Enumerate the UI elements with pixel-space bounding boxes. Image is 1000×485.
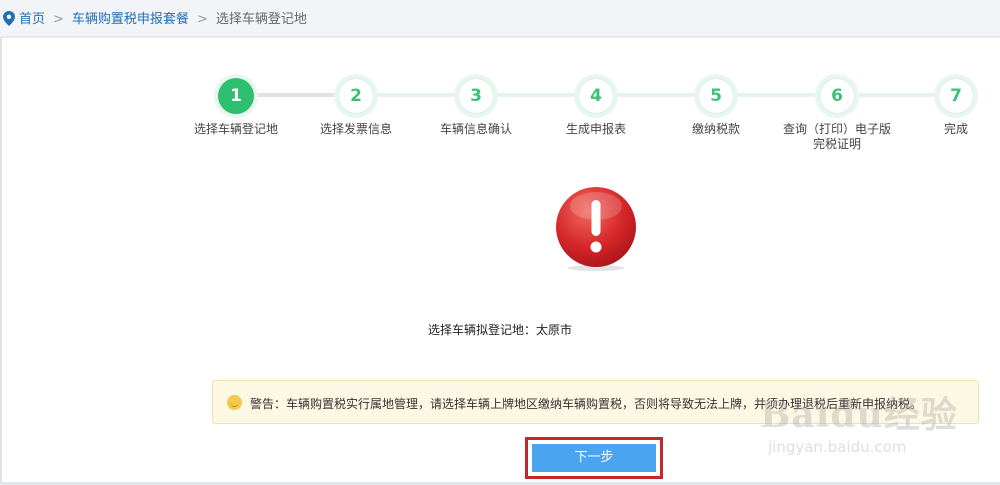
next-button-highlight: 下一步 [525,437,663,479]
stepper-connector [859,93,934,97]
step-number: 3 [458,78,494,114]
step-4-label: 生成申报表 [565,122,626,136]
stepper-connector [378,93,454,97]
breadcrumb-separator: > [196,12,208,27]
breadcrumb-package-link[interactable]: 车辆购置税申报套餐 [72,12,189,27]
step-6-label: 查询（打印）电子版 完税证明 [782,122,891,151]
step-5-label: 缴纳税款 [691,122,740,136]
step-1-label: 选择车辆登记地 [193,122,278,136]
smile-warning-icon [227,395,242,410]
stepper-connector [258,93,334,97]
step-number: 6 [819,78,855,114]
step-number: 2 [338,78,374,114]
warning-text: 警告：车辆购置税实行属地管理，请选择车辆上牌地区缴纳车辆购置税，否则将导致无法上… [250,397,923,411]
registration-region-text: 选择车辆拟登记地：太原市 [427,323,572,337]
next-step-button[interactable]: 下一步 [532,444,656,472]
step-2-label: 选择发票信息 [319,122,392,136]
warning-notice: 警告：车辆购置税实行属地管理，请选择车辆上牌地区缴纳车辆购置税，否则将导致无法上… [212,380,979,424]
stepper-connector [618,93,694,97]
breadcrumb-home-link[interactable]: 首页 [19,12,45,27]
step-number: 5 [698,78,734,114]
step-6-circle: 6 [815,74,859,118]
breadcrumb: 首页 > 车辆购置税申报套餐 > 选择车辆登记地 [3,8,307,30]
step-2-circle: 2 [334,74,378,118]
step-3-label: 车辆信息确认 [439,122,512,136]
step-5-circle: 5 [694,74,738,118]
step-3-circle: 3 [454,74,498,118]
exclamation-alert-icon [553,186,639,272]
step-7-circle: 7 [934,74,978,118]
step-1-circle: 1 [214,74,258,118]
step-number: 4 [578,78,614,114]
stepper-connector [738,93,815,97]
stepper-connector [498,93,574,97]
breadcrumb-current: 选择车辆登记地 [215,12,307,27]
step-number: 1 [218,78,254,114]
step-7-label: 完成 [943,122,968,136]
breadcrumb-bar: 首页 > 车辆购置税申报套餐 > 选择车辆登记地 [0,0,1000,37]
step-number: 7 [938,78,974,114]
step-4-circle: 4 [574,74,618,118]
card-left-border [0,37,2,482]
breadcrumb-separator: > [53,12,64,27]
location-pin-icon [3,11,15,30]
